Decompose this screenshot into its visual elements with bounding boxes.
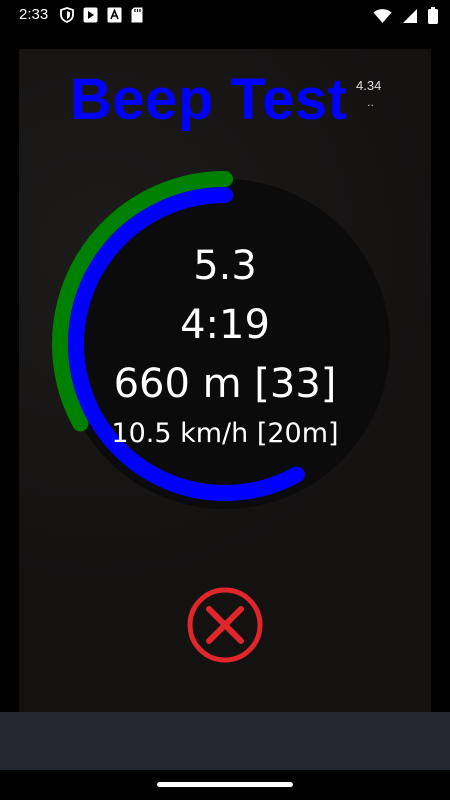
a-box-icon [107,7,122,23]
app-title: Beep Test [70,67,348,132]
version-label: 4.34 [356,78,382,93]
home-indicator[interactable] [157,782,293,787]
stop-button[interactable] [186,586,264,664]
distance-readout: 660 m [33] [113,361,337,407]
speed-readout: 10.5 km/h [20m] [111,418,339,449]
shield-icon [60,7,74,23]
battery-icon [428,7,438,24]
signal-icon [403,8,417,23]
wifi-icon [373,8,392,23]
status-icons-left [60,7,143,23]
status-time: 2:33 [19,6,49,23]
status-bar: 2:33 [0,0,450,34]
version-sub-label: .. [367,96,374,109]
close-icon [187,587,263,663]
play-store-icon [83,7,98,23]
level-readout: 5.3 [193,243,257,289]
bottom-bar [0,712,450,770]
status-icons-right [373,7,438,24]
elapsed-time-readout: 4:19 [180,302,270,348]
sd-card-icon [131,7,143,23]
